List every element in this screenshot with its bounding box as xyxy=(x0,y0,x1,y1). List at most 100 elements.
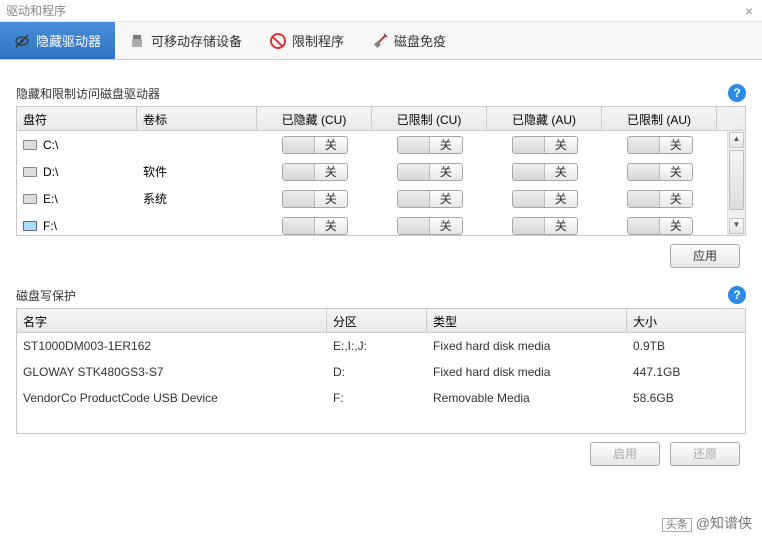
toggle-button[interactable]: 关 xyxy=(282,217,348,235)
watermark-prefix: 头条 xyxy=(662,518,692,532)
drive-label: 软件 xyxy=(137,163,257,180)
toggle-seg-off xyxy=(513,218,546,234)
drive-panel: 盘符 卷标 已隐藏 (CU) 已限制 (CU) 已隐藏 (AU) 已限制 (AU… xyxy=(16,106,746,236)
col-hidden-au[interactable]: 已隐藏 (AU) xyxy=(487,107,602,130)
toggle-seg-off xyxy=(513,191,546,207)
drive-row[interactable]: C:\ 关 关 关 关 xyxy=(17,131,745,158)
drive-icon xyxy=(23,194,37,204)
col-restrict-cu[interactable]: 已限制 (CU) xyxy=(372,107,487,130)
tab-removable-storage[interactable]: 可移动存储设备 xyxy=(115,22,256,59)
toggle-label: 关 xyxy=(315,137,347,153)
drive-icon xyxy=(23,167,37,177)
toggle-label: 关 xyxy=(545,218,577,234)
toggle-button[interactable]: 关 xyxy=(282,190,348,208)
toggle-button[interactable]: 关 xyxy=(627,136,693,154)
watermark-user: @知谱侠 xyxy=(696,515,752,531)
toggle-label: 关 xyxy=(660,191,692,207)
toggle-seg-off xyxy=(628,218,661,234)
col-type[interactable]: 类型 xyxy=(427,309,627,332)
disk-name: GLOWAY STK480GS3-S7 xyxy=(17,365,327,379)
toggle-button[interactable]: 关 xyxy=(512,190,578,208)
toggle-seg-off xyxy=(398,191,431,207)
close-icon[interactable]: × xyxy=(742,3,756,19)
tab-disk-immunize[interactable]: 磁盘免疫 xyxy=(358,22,460,59)
toggle-button[interactable]: 关 xyxy=(512,217,578,235)
tab-hide-drives[interactable]: 隐藏驱动器 xyxy=(0,22,115,59)
toggle-seg-off xyxy=(628,191,661,207)
disk-panel: 名字 分区 类型 大小 ST1000DM003-1ER162E:,I:,J:Fi… xyxy=(16,308,746,434)
col-restrict-au[interactable]: 已限制 (AU) xyxy=(602,107,717,130)
apply-button[interactable]: 应用 xyxy=(670,244,740,268)
col-size[interactable]: 大小 xyxy=(627,309,745,332)
section-hide-title: 隐藏和限制访问磁盘驱动器 xyxy=(16,85,728,102)
toggle-seg-off xyxy=(513,137,546,153)
col-drive[interactable]: 盘符 xyxy=(17,107,137,130)
toggle-seg-off xyxy=(398,164,431,180)
toggle-button[interactable]: 关 xyxy=(512,136,578,154)
section-wp-title: 磁盘写保护 xyxy=(16,287,728,304)
toggle-seg-off xyxy=(283,164,316,180)
toggle-seg-off xyxy=(283,137,316,153)
col-partition[interactable]: 分区 xyxy=(327,309,427,332)
tab-label: 磁盘免疫 xyxy=(394,31,446,50)
vertical-scrollbar[interactable]: ▲ ▼ xyxy=(727,131,745,235)
help-icon[interactable]: ? xyxy=(728,84,746,102)
drive-letter: E:\ xyxy=(43,192,58,206)
toggle-button[interactable]: 关 xyxy=(512,163,578,181)
toggle-label: 关 xyxy=(430,191,462,207)
window-titlebar: 驱动和程序 × xyxy=(0,0,762,22)
drive-row[interactable]: E:\系统关关关关 xyxy=(17,185,745,212)
disk-partitions: D: xyxy=(327,365,427,379)
toggle-button[interactable]: 关 xyxy=(397,190,463,208)
drive-buttons: 应用 xyxy=(16,236,746,276)
scroll-track[interactable] xyxy=(728,211,745,217)
drive-row[interactable]: F:\关关关关 xyxy=(17,212,745,236)
drive-table-body: C:\关关关关D:\软件关关关关E:\系统关关关关F:\关关关关G:\软件关关关… xyxy=(17,131,745,236)
disk-table-header: 名字 分区 类型 大小 xyxy=(17,309,745,333)
drive-letter: D:\ xyxy=(43,165,58,179)
drive-row[interactable]: D:\ 软件 关 关 关 关 xyxy=(17,158,745,185)
eye-slash-icon xyxy=(14,33,30,49)
scroll-gutter xyxy=(717,107,735,130)
disk-row[interactable]: VendorCo ProductCode USB DeviceF:Removab… xyxy=(17,385,745,411)
restore-button[interactable]: 还原 xyxy=(670,442,740,466)
enable-button[interactable]: 启用 xyxy=(590,442,660,466)
drive-letter: C:\ xyxy=(43,138,58,152)
tab-restrict-programs[interactable]: 限制程序 xyxy=(256,22,358,59)
toggle-label: 关 xyxy=(545,137,577,153)
toggle-button[interactable]: 关 xyxy=(397,136,463,154)
toggle-button[interactable]: 关 xyxy=(627,163,693,181)
toggle-seg-off xyxy=(283,191,316,207)
disk-row[interactable]: GLOWAY STK480GS3-S7D:Fixed hard disk med… xyxy=(17,359,745,385)
disk-buttons: 启用 还原 xyxy=(16,434,746,474)
col-label[interactable]: 卷标 xyxy=(137,107,257,130)
toggle-label: 关 xyxy=(660,164,692,180)
toggle-label: 关 xyxy=(315,191,347,207)
help-icon[interactable]: ? xyxy=(728,286,746,304)
toggle-button[interactable]: 关 xyxy=(282,163,348,181)
toggle-label: 关 xyxy=(430,164,462,180)
toggle-button[interactable]: 关 xyxy=(397,163,463,181)
col-name[interactable]: 名字 xyxy=(17,309,327,332)
scroll-down-icon[interactable]: ▼ xyxy=(729,218,744,234)
tab-bar: 隐藏驱动器 可移动存储设备 限制程序 磁盘免疫 xyxy=(0,22,762,60)
toggle-button[interactable]: 关 xyxy=(627,190,693,208)
window-title: 驱动和程序 xyxy=(6,2,66,19)
toggle-button[interactable]: 关 xyxy=(282,136,348,154)
scroll-thumb[interactable] xyxy=(729,150,744,210)
col-hidden-cu[interactable]: 已隐藏 (CU) xyxy=(257,107,372,130)
scroll-up-icon[interactable]: ▲ xyxy=(729,132,744,148)
toggle-button[interactable]: 关 xyxy=(627,217,693,235)
disk-partitions: E:,I:,J: xyxy=(327,339,427,353)
toggle-label: 关 xyxy=(315,164,347,180)
disk-row[interactable]: ST1000DM003-1ER162E:,I:,J:Fixed hard dis… xyxy=(17,333,745,359)
toggle-button[interactable]: 关 xyxy=(397,217,463,235)
disk-name: ST1000DM003-1ER162 xyxy=(17,339,327,353)
disk-table-body: ST1000DM003-1ER162E:,I:,J:Fixed hard dis… xyxy=(17,333,745,433)
toggle-label: 关 xyxy=(315,218,347,234)
toggle-seg-off xyxy=(628,137,661,153)
toggle-label: 关 xyxy=(545,164,577,180)
tab-label: 隐藏驱动器 xyxy=(36,31,101,50)
toggle-label: 关 xyxy=(545,191,577,207)
disk-size: 447.1GB xyxy=(627,365,745,379)
